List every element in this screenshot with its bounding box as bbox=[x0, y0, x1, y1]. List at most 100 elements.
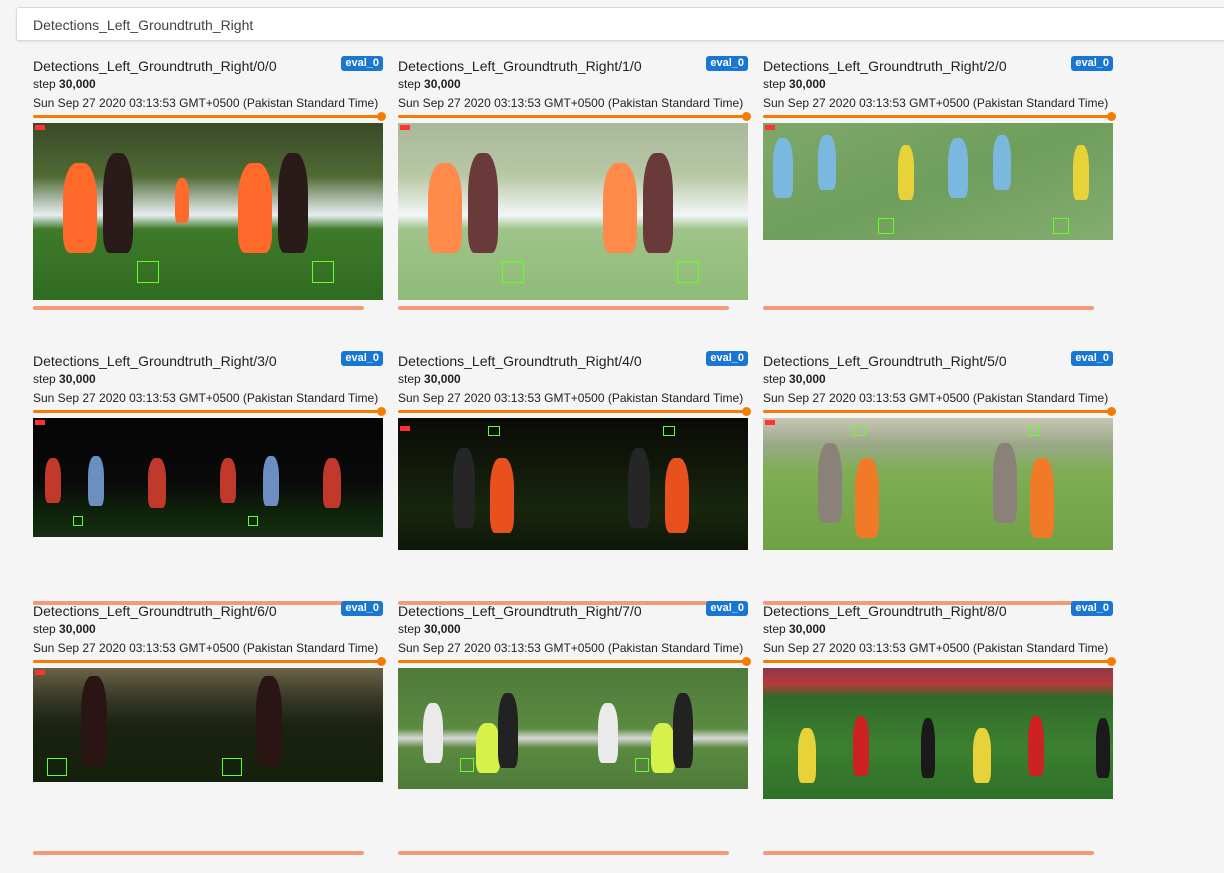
groundtruth-panel bbox=[573, 418, 748, 550]
step-value: 30,000 bbox=[59, 622, 96, 636]
detection-box bbox=[878, 218, 894, 234]
detection-box bbox=[137, 261, 159, 283]
step-line: step 30,000 bbox=[33, 622, 96, 636]
groundtruth-panel bbox=[938, 418, 1113, 550]
detection-panel bbox=[763, 668, 938, 799]
image-card-progress bbox=[398, 851, 729, 855]
step-slider-track[interactable] bbox=[398, 660, 746, 663]
run-badge: eval_0 bbox=[706, 601, 748, 616]
groundtruth-panel bbox=[208, 668, 383, 782]
groundtruth-panel bbox=[208, 418, 383, 537]
timestamp: Sun Sep 27 2020 03:13:53 GMT+0500 (Pakis… bbox=[33, 641, 379, 655]
detection-panel bbox=[398, 418, 573, 550]
run-badge: eval_0 bbox=[1071, 351, 1113, 366]
step-slider-track[interactable] bbox=[33, 410, 381, 413]
detection-panel bbox=[763, 123, 938, 240]
detection-panel bbox=[33, 123, 208, 300]
step-slider-track[interactable] bbox=[763, 660, 1111, 663]
image-card-progress bbox=[33, 306, 364, 310]
detection-label bbox=[400, 426, 410, 431]
groundtruth-box bbox=[312, 261, 334, 283]
step-line: step 30,000 bbox=[763, 77, 826, 91]
image-card: Detections_Left_Groundtruth_Right/5/0 ev… bbox=[763, 351, 1116, 623]
step-slider-thumb[interactable] bbox=[1107, 657, 1116, 666]
step-slider-thumb[interactable] bbox=[377, 407, 386, 416]
detection-label bbox=[765, 420, 775, 425]
image-card: Detections_Left_Groundtruth_Right/2/0 ev… bbox=[763, 56, 1116, 328]
detection-label bbox=[35, 420, 45, 425]
image-card-title: Detections_Left_Groundtruth_Right/7/0 bbox=[398, 603, 642, 619]
step-slider-thumb[interactable] bbox=[742, 657, 751, 666]
image-card-title: Detections_Left_Groundtruth_Right/0/0 bbox=[33, 58, 277, 74]
detection-label bbox=[35, 125, 45, 130]
image-card-progress bbox=[763, 306, 1094, 310]
step-slider-thumb[interactable] bbox=[1107, 112, 1116, 121]
detection-label bbox=[400, 125, 410, 130]
step-value: 30,000 bbox=[789, 622, 826, 636]
step-slider-track[interactable] bbox=[763, 115, 1111, 118]
detection-image[interactable] bbox=[33, 418, 383, 537]
step-value: 30,000 bbox=[789, 77, 826, 91]
detection-panel bbox=[33, 668, 208, 782]
image-card-title: Detections_Left_Groundtruth_Right/8/0 bbox=[763, 603, 1007, 619]
groundtruth-panel bbox=[573, 123, 748, 300]
detection-panel bbox=[398, 123, 573, 300]
detection-box bbox=[502, 261, 524, 283]
step-slider-thumb[interactable] bbox=[742, 112, 751, 121]
step-value: 30,000 bbox=[59, 77, 96, 91]
step-value: 30,000 bbox=[424, 77, 461, 91]
detection-label bbox=[765, 125, 775, 130]
groundtruth-panel bbox=[938, 668, 1113, 799]
detection-box bbox=[73, 516, 83, 526]
detection-box bbox=[853, 426, 865, 436]
groundtruth-box bbox=[1053, 218, 1069, 234]
image-card: Detections_Left_Groundtruth_Right/1/0 ev… bbox=[398, 56, 751, 328]
detection-panel bbox=[33, 418, 208, 537]
step-slider-track[interactable] bbox=[398, 115, 746, 118]
step-value: 30,000 bbox=[424, 372, 461, 386]
step-value: 30,000 bbox=[59, 372, 96, 386]
run-badge: eval_0 bbox=[341, 351, 383, 366]
detection-image[interactable] bbox=[763, 418, 1113, 550]
step-slider-track[interactable] bbox=[33, 660, 381, 663]
step-line: step 30,000 bbox=[398, 622, 461, 636]
groundtruth-panel bbox=[573, 668, 748, 789]
groundtruth-box bbox=[248, 516, 258, 526]
timestamp: Sun Sep 27 2020 03:13:53 GMT+0500 (Pakis… bbox=[33, 96, 379, 110]
image-card: Detections_Left_Groundtruth_Right/3/0 ev… bbox=[33, 351, 386, 623]
timestamp: Sun Sep 27 2020 03:13:53 GMT+0500 (Pakis… bbox=[398, 391, 744, 405]
image-card: Detections_Left_Groundtruth_Right/0/0 ev… bbox=[33, 56, 386, 328]
detection-image[interactable] bbox=[398, 123, 748, 300]
image-card-title: Detections_Left_Groundtruth_Right/5/0 bbox=[763, 353, 1007, 369]
step-line: step 30,000 bbox=[33, 372, 96, 386]
run-badge: eval_0 bbox=[1071, 56, 1113, 71]
detection-panel bbox=[763, 418, 938, 550]
run-badge: eval_0 bbox=[341, 56, 383, 71]
detection-image[interactable] bbox=[398, 668, 748, 789]
detection-image[interactable] bbox=[398, 418, 748, 550]
image-card-progress bbox=[763, 851, 1094, 855]
detection-image[interactable] bbox=[763, 123, 1113, 240]
groundtruth-box bbox=[1028, 426, 1040, 436]
timestamp: Sun Sep 27 2020 03:13:53 GMT+0500 (Pakis… bbox=[763, 391, 1109, 405]
detection-image[interactable] bbox=[763, 668, 1113, 799]
image-card: Detections_Left_Groundtruth_Right/7/0 ev… bbox=[398, 601, 751, 873]
detection-image[interactable] bbox=[33, 668, 383, 782]
step-slider-thumb[interactable] bbox=[377, 657, 386, 666]
step-slider-thumb[interactable] bbox=[1107, 407, 1116, 416]
step-slider-track[interactable] bbox=[763, 410, 1111, 413]
step-slider-track[interactable] bbox=[33, 115, 381, 118]
step-slider-thumb[interactable] bbox=[377, 112, 386, 121]
step-line: step 30,000 bbox=[763, 622, 826, 636]
image-card-title: Detections_Left_Groundtruth_Right/3/0 bbox=[33, 353, 277, 369]
image-card-title: Detections_Left_Groundtruth_Right/1/0 bbox=[398, 58, 642, 74]
groundtruth-box bbox=[663, 426, 675, 436]
groundtruth-box bbox=[635, 758, 649, 772]
step-slider-track[interactable] bbox=[398, 410, 746, 413]
detection-label bbox=[35, 670, 45, 675]
step-slider-thumb[interactable] bbox=[742, 407, 751, 416]
timestamp: Sun Sep 27 2020 03:13:53 GMT+0500 (Pakis… bbox=[763, 96, 1109, 110]
detection-box bbox=[47, 758, 67, 776]
timestamp: Sun Sep 27 2020 03:13:53 GMT+0500 (Pakis… bbox=[398, 641, 744, 655]
detection-image[interactable] bbox=[33, 123, 383, 300]
